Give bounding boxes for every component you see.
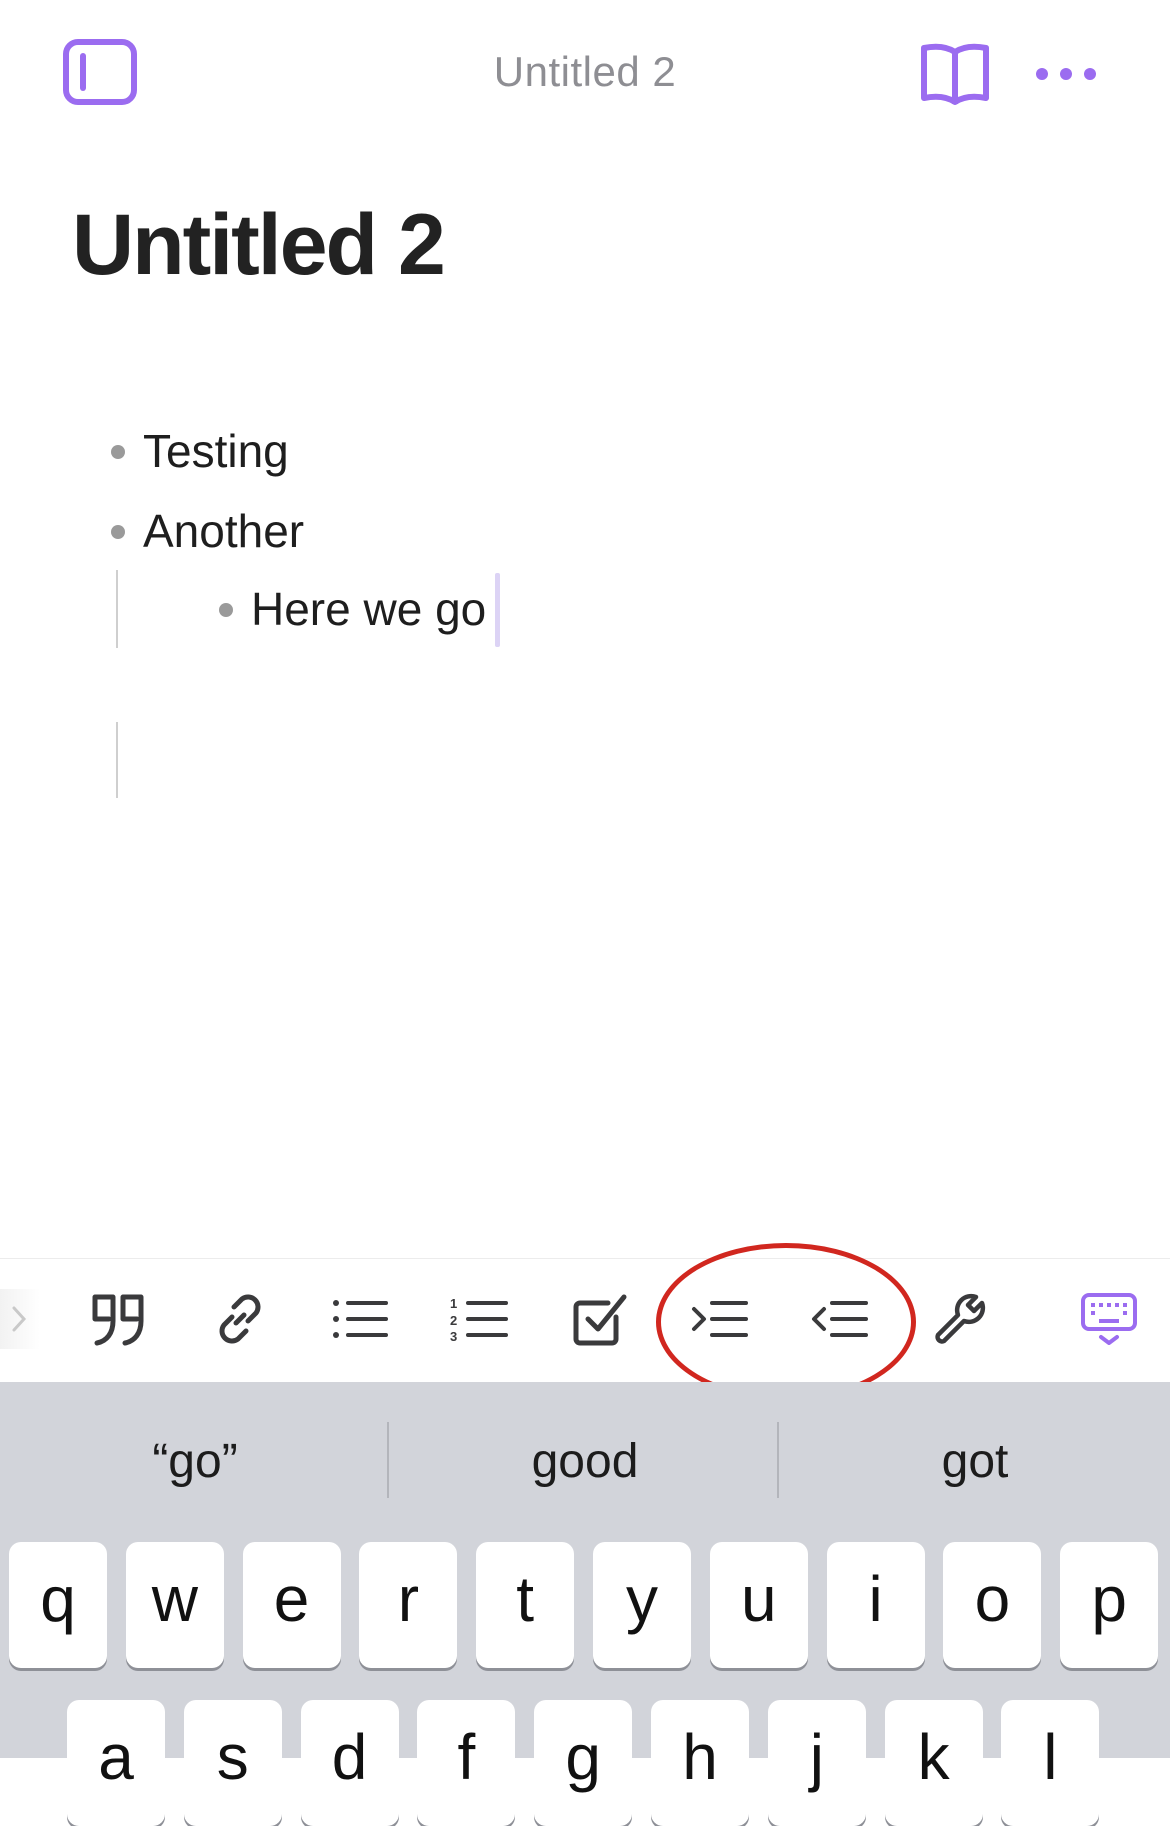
key-i[interactable]: i — [826, 1542, 925, 1668]
list-item[interactable]: Testing — [143, 424, 289, 478]
keyboard: “go” good got qwertyuiop asdfghjkl — [0, 1382, 1170, 1826]
list-item[interactable]: Here we go — [251, 582, 486, 636]
more-options-button[interactable] — [1034, 52, 1098, 96]
wrench-icon — [935, 1293, 986, 1344]
indent-guide-line — [116, 570, 118, 648]
link-icon — [219, 1294, 261, 1344]
key-h[interactable]: h — [651, 1700, 749, 1826]
tools-button[interactable] — [920, 1283, 1000, 1355]
hide-keyboard-icon — [1081, 1293, 1137, 1345]
formatting-toolbar: 1 2 3 — [0, 1258, 1170, 1383]
indent-guide-line — [116, 722, 118, 798]
key-w[interactable]: w — [125, 1542, 224, 1668]
dismiss-keyboard-button[interactable] — [1069, 1283, 1149, 1355]
list-item[interactable]: Another — [143, 504, 304, 558]
suggestion-item[interactable]: “go” — [0, 1434, 390, 1489]
book-icon — [921, 43, 989, 105]
toolbar-scroll-chevron[interactable] — [0, 1289, 40, 1349]
checkbox-icon — [573, 1294, 627, 1346]
bullet-icon — [219, 603, 233, 617]
key-d[interactable]: d — [300, 1700, 399, 1826]
key-g[interactable]: g — [534, 1700, 633, 1826]
text-cursor — [495, 573, 500, 647]
link-button[interactable] — [200, 1283, 280, 1355]
numbered-list-button[interactable]: 1 2 3 — [440, 1283, 520, 1355]
checkbox-button[interactable] — [560, 1283, 640, 1355]
bullet-icon — [111, 445, 125, 459]
highlight-annotation — [656, 1243, 916, 1401]
suggestion-divider — [777, 1422, 779, 1498]
suggestion-divider — [387, 1422, 389, 1498]
key-t[interactable]: t — [476, 1542, 575, 1668]
bullet-list-button[interactable] — [320, 1283, 400, 1355]
key-q[interactable]: q — [9, 1542, 107, 1668]
key-s[interactable]: s — [183, 1700, 282, 1826]
document-title[interactable]: Untitled 2 — [72, 196, 446, 295]
key-l[interactable]: l — [1001, 1700, 1100, 1826]
blockquote-button[interactable] — [79, 1283, 159, 1355]
suggestion-item[interactable]: got — [780, 1434, 1170, 1489]
key-e[interactable]: e — [242, 1542, 341, 1668]
numbered-list-icon: 1 2 3 — [450, 1296, 508, 1343]
reading-view-button[interactable] — [918, 40, 992, 110]
nav-title: Untitled 2 — [493, 48, 677, 95]
key-k[interactable]: k — [884, 1700, 983, 1826]
key-a[interactable]: a — [67, 1700, 165, 1826]
svg-text:3: 3 — [450, 1329, 457, 1343]
expand-chevron-icon — [12, 1306, 27, 1332]
key-y[interactable]: y — [593, 1542, 691, 1668]
key-j[interactable]: j — [767, 1700, 866, 1826]
bullet-list-icon — [333, 1300, 388, 1338]
blockquote-icon — [92, 1294, 144, 1346]
key-r[interactable]: r — [359, 1542, 458, 1668]
more-horizontal-icon — [1036, 68, 1096, 80]
key-p[interactable]: p — [1060, 1542, 1159, 1668]
key-u[interactable]: u — [709, 1542, 808, 1668]
svg-text:1: 1 — [450, 1296, 457, 1311]
svg-text:2: 2 — [450, 1313, 457, 1328]
suggestion-item[interactable]: good — [390, 1434, 780, 1489]
key-f[interactable]: f — [417, 1700, 516, 1826]
key-o[interactable]: o — [943, 1542, 1042, 1668]
bullet-icon — [111, 525, 125, 539]
